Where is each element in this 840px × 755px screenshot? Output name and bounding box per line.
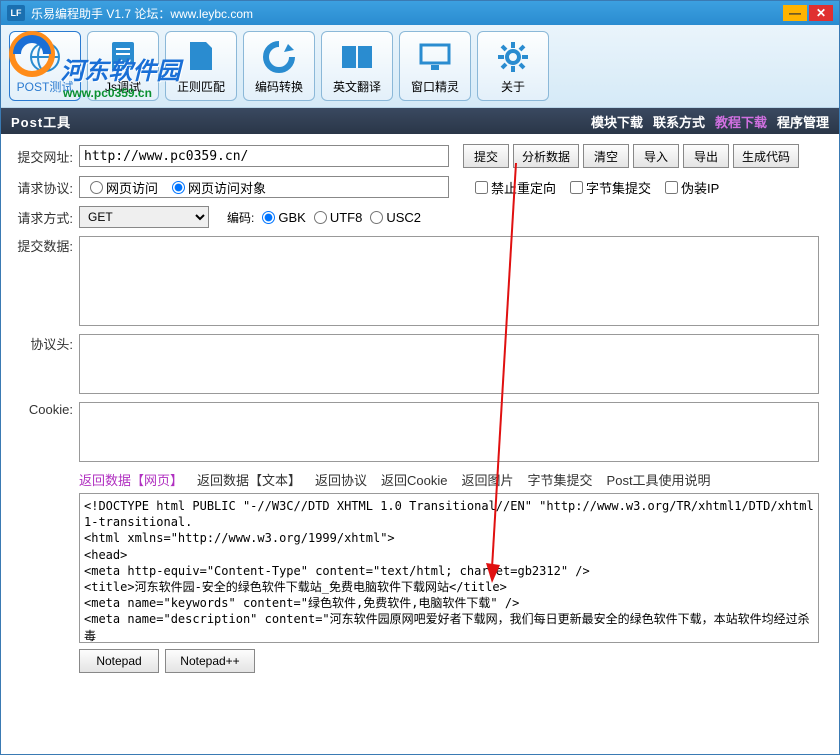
cookie-textarea[interactable] (79, 402, 819, 462)
enc-usc2-radio[interactable]: USC2 (370, 210, 421, 225)
subbar-module-download[interactable]: 模块下载 (591, 112, 643, 131)
notepadpp-button[interactable]: Notepad++ (165, 649, 255, 673)
tab-return-cookie[interactable]: 返回Cookie (381, 470, 447, 489)
toolbar-window[interactable]: 窗口精灵 (399, 31, 471, 101)
book-icon (338, 38, 376, 76)
header-textarea[interactable] (79, 334, 819, 394)
close-button[interactable]: ✕ (809, 5, 833, 21)
url-label: 提交网址: (15, 147, 73, 166)
header-label: 协议头: (15, 334, 73, 353)
encoding-label: 编码: (227, 209, 254, 226)
window-title: 乐易编程助手 V1.7 论坛：www.leybc.com (31, 5, 781, 22)
result-textarea[interactable]: <!DOCTYPE html PUBLIC "-//W3C//DTD XHTML… (79, 493, 819, 643)
globe-icon (26, 38, 64, 76)
enc-utf8-radio[interactable]: UTF8 (314, 210, 363, 225)
subbar-contact[interactable]: 联系方式 (653, 112, 705, 131)
protocol-label: 请求协议: (15, 178, 73, 197)
toolbar-post-test[interactable]: POST测试 (9, 31, 81, 101)
gear-icon (494, 38, 532, 76)
protocol-obj-radio[interactable]: 网页访问对象 (172, 178, 266, 197)
export-button[interactable]: 导出 (683, 144, 729, 168)
data-label: 提交数据: (15, 236, 73, 255)
tab-return-image[interactable]: 返回图片 (462, 470, 514, 489)
tab-byte-submit[interactable]: 字节集提交 (528, 470, 593, 489)
titlebar: LF 乐易编程助手 V1.7 论坛：www.leybc.com — ✕ (1, 1, 839, 25)
result-tabs: 返回数据【网页】 返回数据【文本】 返回协议 返回Cookie 返回图片 字节集… (79, 470, 825, 489)
toolbar-translate[interactable]: 英文翻译 (321, 31, 393, 101)
tab-return-protocol[interactable]: 返回协议 (315, 470, 367, 489)
byte-submit-check[interactable]: 字节集提交 (570, 178, 651, 197)
main-toolbar: POST测试 Js调试 正则匹配 编码转换 英文翻译 窗口精灵 关于 (1, 25, 839, 108)
submit-button[interactable]: 提交 (463, 144, 509, 168)
cookie-label: Cookie: (15, 402, 73, 417)
subbar-title: Post工具 (11, 112, 581, 131)
toolbar-regex[interactable]: 正则匹配 (165, 31, 237, 101)
gencode-button[interactable]: 生成代码 (733, 144, 799, 168)
no-redirect-check[interactable]: 禁止重定向 (475, 178, 556, 197)
refresh-icon (260, 38, 298, 76)
monitor-icon (416, 38, 454, 76)
enc-gbk-radio[interactable]: GBK (262, 210, 305, 225)
notepad-button[interactable]: Notepad (79, 649, 159, 673)
method-label: 请求方式: (15, 208, 73, 227)
toolbar-about[interactable]: 关于 (477, 31, 549, 101)
subbar-program-manage[interactable]: 程序管理 (777, 112, 829, 131)
toolbar-encode[interactable]: 编码转换 (243, 31, 315, 101)
minimize-button[interactable]: — (783, 5, 807, 21)
toolbar-js-debug[interactable]: Js调试 (87, 31, 159, 101)
tab-return-text[interactable]: 返回数据【文本】 (197, 470, 301, 489)
subbar: Post工具 模块下载 联系方式 教程下载 程序管理 (1, 108, 839, 134)
document-icon (104, 38, 142, 76)
url-input[interactable] (79, 145, 449, 167)
tab-help[interactable]: Post工具使用说明 (607, 470, 711, 489)
tab-return-web[interactable]: 返回数据【网页】 (79, 470, 183, 489)
import-button[interactable]: 导入 (633, 144, 679, 168)
method-select[interactable]: GET (79, 206, 209, 228)
clear-button[interactable]: 清空 (583, 144, 629, 168)
protocol-web-radio[interactable]: 网页访问 (90, 178, 158, 197)
document2-icon (182, 38, 220, 76)
app-logo-icon: LF (7, 5, 25, 21)
analyze-button[interactable]: 分析数据 (513, 144, 579, 168)
protocol-radio-group: 网页访问 网页访问对象 (79, 176, 449, 198)
fake-ip-check[interactable]: 伪装IP (665, 178, 719, 197)
subbar-tutorial[interactable]: 教程下载 (715, 112, 767, 131)
submit-data-textarea[interactable] (79, 236, 819, 326)
